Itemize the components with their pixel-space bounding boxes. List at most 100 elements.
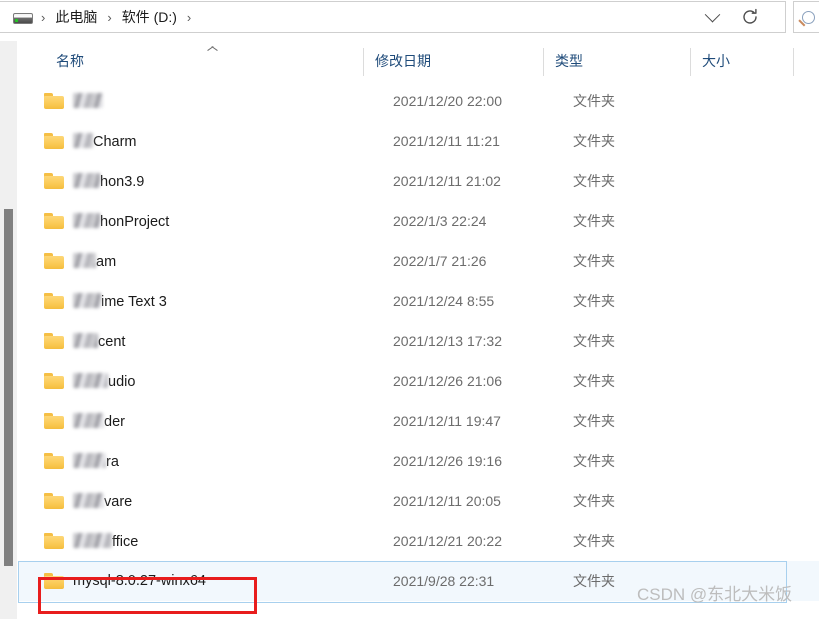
file-name-label: ime Text 3	[73, 292, 167, 310]
redacted-name-block	[73, 412, 104, 428]
folder-icon	[44, 413, 64, 429]
table-row[interactable]: ffice 2021/12/21 20:22 文件夹	[18, 521, 819, 561]
cell-date-modified: 2021/12/20 22:00	[393, 93, 502, 109]
cell-type: 文件夹	[573, 453, 615, 469]
cell-date-modified: 2021/12/13 17:32	[393, 333, 502, 349]
folder-icon	[44, 333, 64, 349]
cell-date-modified: 2021/12/24 8:55	[393, 293, 495, 309]
file-name-label: am	[73, 252, 117, 270]
breadcrumb-item-this-pc[interactable]: 此电脑	[53, 5, 99, 29]
cell-date-modified: 2022/1/3 22:24	[393, 213, 487, 229]
cell-type: 文件夹	[573, 413, 615, 429]
column-header-date[interactable]: 修改日期	[363, 41, 431, 81]
folder-icon	[44, 293, 64, 309]
refresh-button[interactable]	[731, 2, 769, 32]
redacted-name-block	[73, 212, 100, 228]
file-name-label: hon3.9	[73, 172, 144, 190]
file-name-label: honProject	[73, 212, 169, 230]
file-name-text: Charm	[93, 133, 137, 150]
folder-icon	[44, 493, 64, 509]
redacted-name-block	[73, 532, 112, 548]
file-name-text: am	[96, 253, 117, 270]
previous-locations-button[interactable]	[693, 2, 731, 32]
breadcrumb-item-drive-d[interactable]: 软件 (D:)	[120, 5, 179, 29]
table-row[interactable]: honProject 2022/1/3 22:24 文件夹	[18, 201, 819, 241]
vertical-scrollbar[interactable]	[0, 41, 17, 619]
cell-name: cent	[18, 321, 363, 361]
file-name-text: ra	[106, 453, 119, 470]
file-list: 2021/12/20 22:00 文件夹 Charm 2021/12/11 11:21…	[18, 81, 819, 603]
folder-icon	[44, 533, 64, 549]
cell-date-modified: 2021/12/11 21:02	[393, 173, 501, 189]
file-list-pane: 名称 修改日期 类型 大小 2021/12/20 22:00 文件夹 Charm 20…	[18, 41, 819, 619]
folder-icon	[44, 453, 64, 469]
cell-type: 文件夹	[573, 533, 615, 549]
cell-type: 文件夹	[573, 173, 615, 189]
file-explorer-window: › 此电脑 › 软件 (D:) › 名称 修改日期 类型 大小 2021/12/…	[0, 0, 819, 619]
file-name-label: ffice	[73, 532, 139, 550]
table-row[interactable]: vare 2021/12/11 20:05 文件夹	[18, 481, 819, 521]
file-name-text: vare	[104, 493, 133, 510]
table-row[interactable]: 2021/12/20 22:00 文件夹	[18, 81, 819, 121]
cell-date-modified: 2021/12/26 19:16	[393, 453, 502, 469]
column-divider-3[interactable]	[793, 48, 794, 76]
table-row[interactable]: udio 2021/12/26 21:06 文件夹	[18, 361, 819, 401]
folder-icon	[44, 253, 64, 269]
scrollbar-thumb[interactable]	[4, 209, 13, 566]
table-row[interactable]: cent 2021/12/13 17:32 文件夹	[18, 321, 819, 361]
redacted-name-block	[73, 172, 100, 188]
folder-icon	[44, 133, 64, 149]
cell-name	[18, 81, 363, 121]
table-row[interactable]: am 2022/1/7 21:26 文件夹	[18, 241, 819, 281]
file-name-text: cent	[98, 333, 126, 350]
column-header-size[interactable]: 大小	[690, 41, 730, 81]
redacted-name-block	[73, 332, 98, 348]
table-row[interactable]: Charm 2021/12/11 11:21 文件夹	[18, 121, 819, 161]
redacted-name-block	[73, 292, 101, 308]
file-name-text: ffice	[112, 533, 139, 550]
cell-type: 文件夹	[573, 573, 615, 589]
breadcrumb-separator-1: ›	[107, 9, 112, 25]
cell-type: 文件夹	[573, 133, 615, 149]
cell-name: udio	[18, 361, 363, 401]
table-row[interactable]: hon3.9 2021/12/11 21:02 文件夹	[18, 161, 819, 201]
cell-name: vare	[18, 481, 363, 521]
column-header-row: 名称 修改日期 类型 大小	[18, 41, 819, 81]
file-name-text: mysql-8.0.27-winx64	[73, 573, 206, 589]
table-row[interactable]: der 2021/12/11 19:47 文件夹	[18, 401, 819, 441]
cell-date-modified: 2021/12/11 20:05	[393, 493, 501, 509]
cell-name: ime Text 3	[18, 281, 363, 321]
redacted-name-block	[73, 92, 103, 108]
cell-type: 文件夹	[573, 253, 615, 269]
cell-type: 文件夹	[573, 333, 615, 349]
file-name-text: ime Text 3	[101, 293, 167, 310]
cell-name: ra	[18, 441, 363, 481]
search-box[interactable]	[793, 1, 819, 33]
refresh-icon	[743, 8, 757, 24]
breadcrumb-separator-2[interactable]: ›	[179, 11, 199, 24]
table-row[interactable]: ime Text 3 2021/12/24 8:55 文件夹	[18, 281, 819, 321]
folder-icon	[44, 573, 64, 589]
drive-icon	[13, 10, 33, 24]
search-input[interactable]	[815, 8, 819, 26]
cell-name: honProject	[18, 201, 363, 241]
folder-icon	[44, 373, 64, 389]
column-header-type[interactable]: 类型	[543, 41, 583, 81]
column-header-name[interactable]: 名称	[44, 41, 84, 81]
search-icon	[802, 10, 815, 24]
cell-name: ffice	[18, 521, 363, 561]
cell-date-modified: 2022/1/7 21:26	[393, 253, 487, 269]
redacted-name-block	[73, 372, 108, 388]
cell-name: am	[18, 241, 363, 281]
redacted-name-block	[73, 452, 106, 468]
cell-type: 文件夹	[573, 93, 615, 109]
cell-type: 文件夹	[573, 213, 615, 229]
cell-type: 文件夹	[573, 373, 615, 389]
table-row[interactable]: ra 2021/12/26 19:16 文件夹	[18, 441, 819, 481]
file-name-label: vare	[73, 492, 133, 510]
address-bar[interactable]: › 此电脑 › 软件 (D:) ›	[0, 1, 786, 33]
redacted-name-block	[73, 252, 96, 268]
file-name-label: ra	[73, 452, 119, 470]
cell-name: Charm	[18, 121, 363, 161]
breadcrumb-separator-0: ›	[41, 9, 46, 25]
